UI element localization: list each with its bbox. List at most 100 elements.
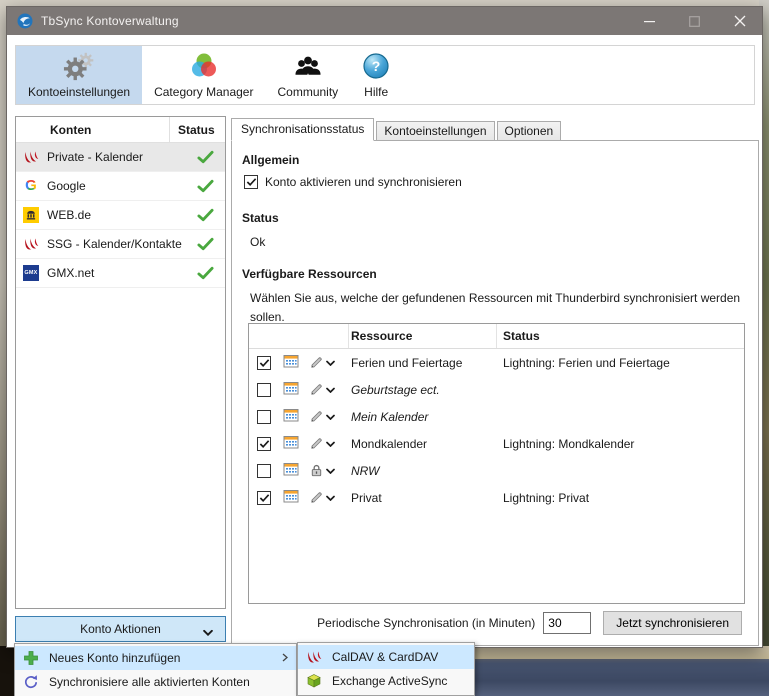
chevron-down-icon — [326, 441, 335, 447]
konto-aktionen-button[interactable]: Konto Aktionen — [15, 616, 226, 642]
calendar-icon — [283, 434, 299, 453]
enable-account-label: Konto aktivieren und synchronisieren — [265, 175, 462, 189]
edit-dropdown-button[interactable] — [309, 355, 335, 370]
resource-checkbox[interactable] — [257, 436, 271, 451]
edit-dropdown-button[interactable] — [309, 409, 335, 424]
cube-icon — [306, 673, 322, 689]
periodic-sync-label: Periodische Synchronisation (in Minuten) — [317, 616, 536, 630]
close-icon — [734, 15, 745, 27]
account-name: WEB.de — [47, 208, 92, 222]
edit-dropdown-button[interactable] — [309, 382, 335, 397]
resource-row[interactable]: Geburtstage ect. — [249, 376, 744, 403]
general-heading: Allgemein — [242, 153, 300, 167]
webde-icon — [23, 207, 39, 223]
checkmark-icon — [259, 439, 269, 448]
tab-kontoeinstellungen[interactable]: Kontoeinstellungen — [376, 121, 495, 141]
pencil-icon — [310, 437, 323, 450]
close-button[interactable] — [717, 7, 762, 35]
periodic-sync-row: Periodische Synchronisation (in Minuten)… — [232, 611, 754, 635]
enable-account-checkbox[interactable] — [244, 175, 258, 189]
submenu-item-label: CalDAV & CardDAV — [332, 650, 439, 664]
resource-name: NRW — [351, 463, 380, 478]
status-ok-icon — [185, 208, 225, 222]
toolbar-item-label: Kontoeinstellungen — [28, 85, 131, 99]
dav-icon — [306, 649, 322, 665]
resource-row[interactable]: Mondkalender Lightning: Mondkalender — [249, 430, 744, 457]
tab-label: Kontoeinstellungen — [384, 124, 487, 138]
resource-checkbox[interactable] — [257, 490, 271, 505]
calendar-icon — [283, 407, 299, 426]
periodic-sync-input[interactable] — [543, 612, 592, 634]
lock-icon — [311, 464, 322, 477]
submenu-item-caldav-carddav[interactable]: CalDAV & CardDAV — [298, 645, 474, 669]
resource-status: Lightning: Privat — [503, 490, 590, 505]
resource-status: Lightning: Mondkalender — [503, 436, 635, 451]
menu-item-sync-all[interactable]: Synchronisiere alle aktivierten Konten — [15, 670, 296, 694]
menu-item-label: Neues Konto hinzufügen — [49, 651, 181, 665]
sync-now-button[interactable]: Jetzt synchronisieren — [603, 611, 742, 635]
tab-optionen[interactable]: Optionen — [496, 121, 562, 141]
resources-hint: Wählen Sie aus, welche der gefundenen Re… — [250, 291, 741, 324]
konto-aktionen-label: Konto Aktionen — [80, 622, 161, 636]
account-row-google[interactable]: G Google — [16, 172, 225, 201]
resources-heading: Verfügbare Ressourcen — [242, 267, 377, 281]
resource-name: Privat — [351, 490, 382, 505]
chevron-down-icon — [326, 495, 335, 501]
desktop: TbSync Kontoverwaltung Kontoeinstellunge… — [0, 0, 769, 696]
status-ok-icon — [185, 237, 225, 251]
toolbar-item-label: Category Manager — [154, 85, 254, 99]
account-name: GMX.net — [47, 266, 95, 280]
edit-dropdown-button[interactable] — [309, 436, 335, 451]
chevron-down-icon — [326, 468, 335, 474]
resource-name: Mondkalender — [351, 436, 428, 451]
calendar-icon — [283, 461, 299, 480]
window-title: TbSync Kontoverwaltung — [41, 14, 179, 28]
resource-row[interactable]: Privat Lightning: Privat — [249, 484, 744, 511]
calendar-icon — [283, 353, 299, 372]
checkmark-icon — [259, 358, 269, 367]
resource-checkbox[interactable] — [257, 463, 271, 478]
status-ok-icon — [185, 266, 225, 280]
chevron-down-icon — [203, 625, 213, 639]
toolbar-item-label: Hilfe — [364, 85, 389, 99]
pencil-icon — [310, 491, 323, 504]
chevron-down-icon — [326, 414, 335, 420]
lock-dropdown-button[interactable] — [309, 463, 335, 478]
account-row-gmx[interactable]: GMX GMX.net — [16, 259, 225, 288]
menu-item-neues-konto[interactable]: Neues Konto hinzufügen — [15, 646, 296, 670]
submenu-item-exchange-activesync[interactable]: Exchange ActiveSync — [298, 669, 474, 693]
toolbar-item-hilfe[interactable]: ? Hilfe — [350, 46, 402, 104]
edit-dropdown-button[interactable] — [309, 490, 335, 505]
minimize-icon — [644, 20, 655, 22]
account-row-ssg[interactable]: SSG - Kalender/Kontakte — [16, 230, 225, 259]
status-ok-icon — [185, 179, 225, 193]
status-ok-icon — [185, 150, 225, 164]
calendar-icon — [283, 488, 299, 507]
submenu-arrow-icon — [282, 651, 288, 665]
toolbar-item-community[interactable]: Community — [265, 46, 350, 104]
konto-aktionen-menu: Neues Konto hinzufügen Synchronisiere al… — [14, 643, 297, 696]
account-row-private-kalender[interactable]: Private - Kalender — [16, 143, 225, 172]
people-icon — [292, 50, 324, 82]
resource-row[interactable]: NRW — [249, 457, 744, 484]
maximize-button[interactable] — [672, 7, 717, 35]
toolbar-item-kontoeinstellungen[interactable]: Kontoeinstellungen — [16, 46, 143, 104]
resources-table: Ressource Status Ferien und Feiertage Li… — [248, 323, 745, 604]
titlebar[interactable]: TbSync Kontoverwaltung — [7, 7, 762, 35]
minimize-button[interactable] — [627, 7, 672, 35]
pencil-icon — [310, 383, 323, 396]
header-resource-col: Ressource — [349, 324, 497, 348]
resource-status: Lightning: Ferien und Feiertage — [503, 355, 670, 370]
resource-checkbox[interactable] — [257, 355, 271, 370]
resource-row[interactable]: Mein Kalender — [249, 403, 744, 430]
dav-icon — [23, 149, 39, 165]
resource-checkbox[interactable] — [257, 382, 271, 397]
resource-row[interactable]: Ferien und Feiertage Lightning: Ferien u… — [249, 349, 744, 376]
toolbar-item-category-manager[interactable]: Category Manager — [142, 46, 265, 104]
resource-checkbox[interactable] — [257, 409, 271, 424]
tab-synchronisationsstatus[interactable]: Synchronisationsstatus — [231, 118, 375, 141]
pencil-icon — [310, 410, 323, 423]
sync-status-panel: Allgemein Konto aktivieren und synchroni… — [231, 140, 759, 646]
account-row-webde[interactable]: WEB.de — [16, 201, 225, 230]
status-heading: Status — [242, 211, 279, 225]
